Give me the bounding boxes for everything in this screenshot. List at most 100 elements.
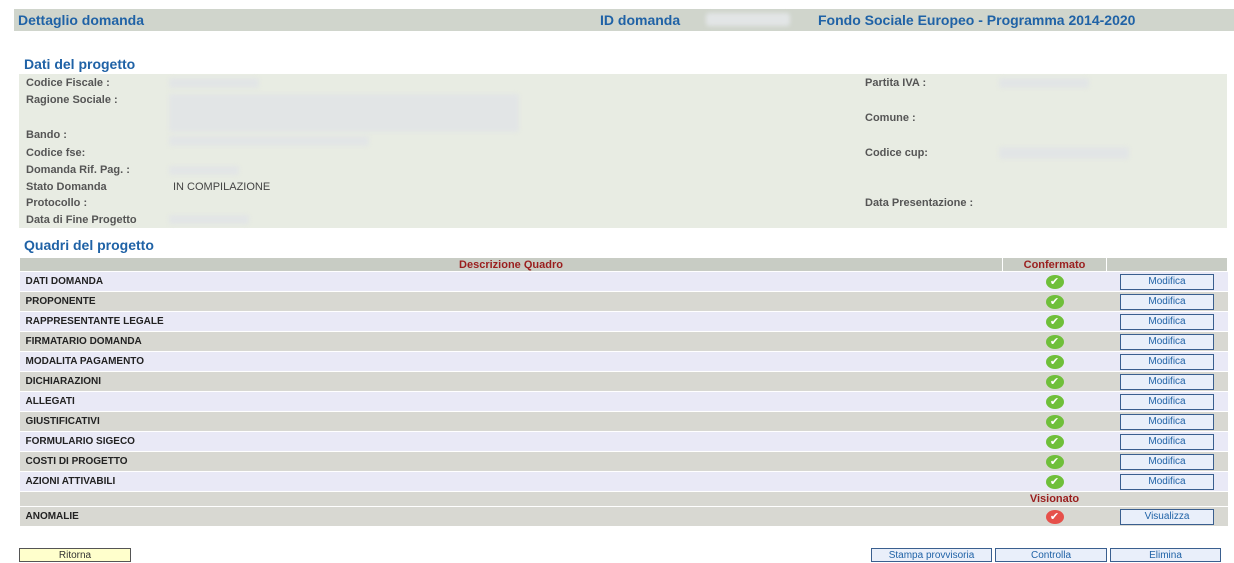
domanda-rif-label: Domanda Rif. Pag. :	[26, 164, 130, 176]
col-header-descrizione: Descrizione Quadro	[19, 257, 1003, 272]
codice-fiscale-label: Codice Fiscale :	[26, 77, 110, 89]
action-cell: Modifica	[1106, 411, 1228, 432]
quadro-label: FORMULARIO SIGECO	[19, 431, 1003, 452]
domanda-rif-value-redacted	[169, 166, 239, 175]
codice-cup-label: Codice cup:	[865, 147, 928, 159]
data-fine-progetto-label: Data di Fine Progetto	[26, 214, 137, 226]
page-title: Dettaglio domanda	[18, 12, 145, 28]
table-row: RAPPRESENTANTE LEGALE ✔ Modifica	[19, 311, 1228, 332]
confermato-cell: ✔	[1002, 291, 1107, 312]
ritorna-button[interactable]: Ritorna	[19, 548, 131, 562]
bando-value-redacted	[169, 136, 369, 146]
quadro-label: DICHIARAZIONI	[19, 371, 1003, 392]
confermato-cell: ✔	[1002, 431, 1107, 452]
visionato-cell: ✔	[1002, 506, 1107, 527]
quadro-label: COSTI DI PROGETTO	[19, 451, 1003, 472]
action-cell: Modifica	[1106, 391, 1228, 412]
action-cell: Modifica	[1106, 451, 1228, 472]
codice-fiscale-value-redacted	[169, 78, 259, 88]
confermato-cell: ✔	[1002, 411, 1107, 432]
partita-iva-value-redacted	[999, 78, 1089, 88]
id-domanda-label: ID domanda	[600, 12, 681, 28]
quadro-label: DATI DOMANDA	[19, 271, 1003, 292]
visualizza-button[interactable]: Visualizza	[1120, 508, 1214, 525]
protocollo-label: Protocollo :	[26, 197, 88, 209]
modifica-button[interactable]: Modifica	[1120, 293, 1214, 310]
col-header-confermato: Confermato	[1002, 257, 1107, 272]
table-row: DATI DOMANDA ✔ Modifica	[19, 271, 1228, 292]
modifica-button[interactable]: Modifica	[1120, 413, 1214, 430]
table-header-row: Descrizione Quadro Confermato	[19, 257, 1228, 272]
confermato-cell: ✔	[1002, 331, 1107, 352]
quadro-label: AZIONI ATTIVABILI	[19, 471, 1003, 492]
anomalie-label: ANOMALIE	[19, 506, 1003, 527]
check-icon: ✔	[1045, 274, 1064, 289]
action-cell: Modifica	[1106, 291, 1228, 312]
check-icon: ✔	[1045, 474, 1064, 489]
check-icon: ✔	[1045, 394, 1064, 409]
section-title-dati-progetto: Dati del progetto	[24, 56, 136, 72]
confermato-cell: ✔	[1002, 371, 1107, 392]
modifica-button[interactable]: Modifica	[1120, 313, 1214, 330]
check-icon: ✔	[1045, 354, 1064, 369]
table-row: DICHIARAZIONI ✔ Modifica	[19, 371, 1228, 392]
ragione-sociale-value-redacted	[169, 94, 519, 132]
check-icon: ✔	[1045, 454, 1064, 469]
modifica-button[interactable]: Modifica	[1120, 353, 1214, 370]
controlla-button[interactable]: Controlla	[995, 548, 1107, 562]
confermato-cell: ✔	[1002, 451, 1107, 472]
stampa-provvisoria-button[interactable]: Stampa provvisoria	[871, 548, 992, 562]
modifica-button[interactable]: Modifica	[1120, 473, 1214, 490]
elimina-button[interactable]: Elimina	[1110, 548, 1221, 562]
modifica-button[interactable]: Modifica	[1120, 453, 1214, 470]
header-bar: Dettaglio domanda ID domanda Fondo Socia…	[14, 9, 1234, 31]
table-row: AZIONI ATTIVABILI ✔ Modifica	[19, 471, 1228, 492]
modifica-button[interactable]: Modifica	[1120, 393, 1214, 410]
check-icon: ✔	[1045, 434, 1064, 449]
action-cell: Modifica	[1106, 351, 1228, 372]
table-row: GIUSTIFICATIVI ✔ Modifica	[19, 411, 1228, 432]
project-info-panel: Codice Fiscale : Partita IVA : Ragione S…	[19, 74, 1227, 228]
section-title-quadri: Quadri del progetto	[24, 237, 154, 253]
modifica-button[interactable]: Modifica	[1120, 433, 1214, 450]
action-cell: Modifica	[1106, 271, 1228, 292]
modifica-button[interactable]: Modifica	[1120, 273, 1214, 290]
stato-domanda-label: Stato Domanda	[26, 181, 107, 193]
visionato-header-row: Visionato	[19, 491, 1228, 507]
check-icon: ✔	[1045, 374, 1064, 389]
table-row: FORMULARIO SIGECO ✔ Modifica	[19, 431, 1228, 452]
table-row: MODALITA PAGAMENTO ✔ Modifica	[19, 351, 1228, 372]
confermato-cell: ✔	[1002, 471, 1107, 492]
quadro-label: MODALITA PAGAMENTO	[19, 351, 1003, 372]
quadri-table: Descrizione Quadro Confermato DATI DOMAN…	[19, 257, 1228, 527]
table-row: ANOMALIE ✔ Visualizza	[19, 506, 1228, 527]
modifica-button[interactable]: Modifica	[1120, 373, 1214, 390]
col-header-visionato: Visionato	[1002, 491, 1107, 507]
quadro-label: GIUSTIFICATIVI	[19, 411, 1003, 432]
quadro-label: ALLEGATI	[19, 391, 1003, 412]
check-red-icon: ✔	[1045, 509, 1064, 524]
check-icon: ✔	[1045, 314, 1064, 329]
action-cell: Modifica	[1106, 371, 1228, 392]
codice-fse-label: Codice fse:	[26, 147, 86, 159]
confermato-cell: ✔	[1002, 391, 1107, 412]
action-cell: Modifica	[1106, 431, 1228, 452]
action-cell: Modifica	[1106, 331, 1228, 352]
comune-label: Comune :	[865, 112, 916, 124]
check-icon: ✔	[1045, 414, 1064, 429]
modifica-button[interactable]: Modifica	[1120, 333, 1214, 350]
quadro-label: PROPONENTE	[19, 291, 1003, 312]
confermato-cell: ✔	[1002, 351, 1107, 372]
quadro-label: FIRMATARIO DOMANDA	[19, 331, 1003, 352]
check-icon: ✔	[1045, 334, 1064, 349]
confermato-cell: ✔	[1002, 271, 1107, 292]
table-row: ALLEGATI ✔ Modifica	[19, 391, 1228, 412]
col-header-actions	[1106, 257, 1228, 272]
partita-iva-label: Partita IVA :	[865, 77, 927, 89]
table-row: FIRMATARIO DOMANDA ✔ Modifica	[19, 331, 1228, 352]
action-cell: Modifica	[1106, 471, 1228, 492]
codice-cup-value-redacted	[999, 147, 1129, 159]
table-row: COSTI DI PROGETTO ✔ Modifica	[19, 451, 1228, 472]
action-cell: Visualizza	[1106, 506, 1228, 527]
table-row: PROPONENTE ✔ Modifica	[19, 291, 1228, 312]
